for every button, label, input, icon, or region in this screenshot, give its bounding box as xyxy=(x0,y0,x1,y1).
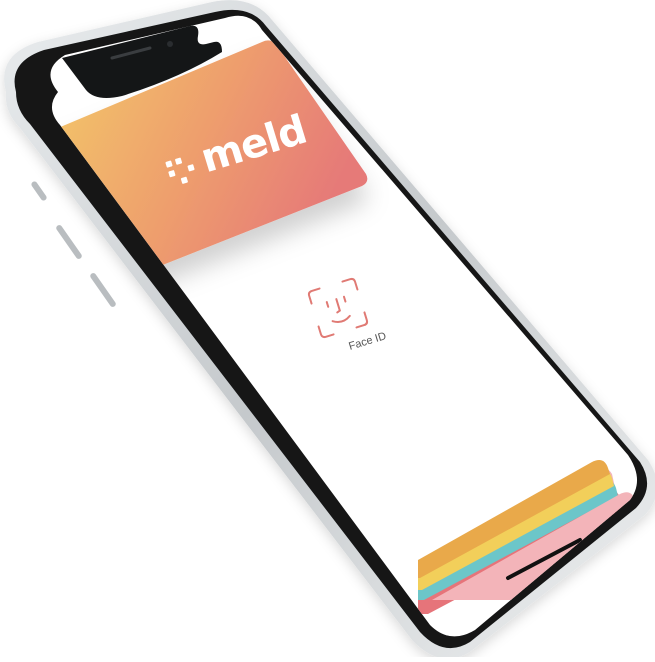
phone-mockup-scene: meld Face ID xyxy=(0,0,655,659)
phone-mockup: meld Face ID xyxy=(4,0,655,659)
front-camera xyxy=(167,41,173,47)
